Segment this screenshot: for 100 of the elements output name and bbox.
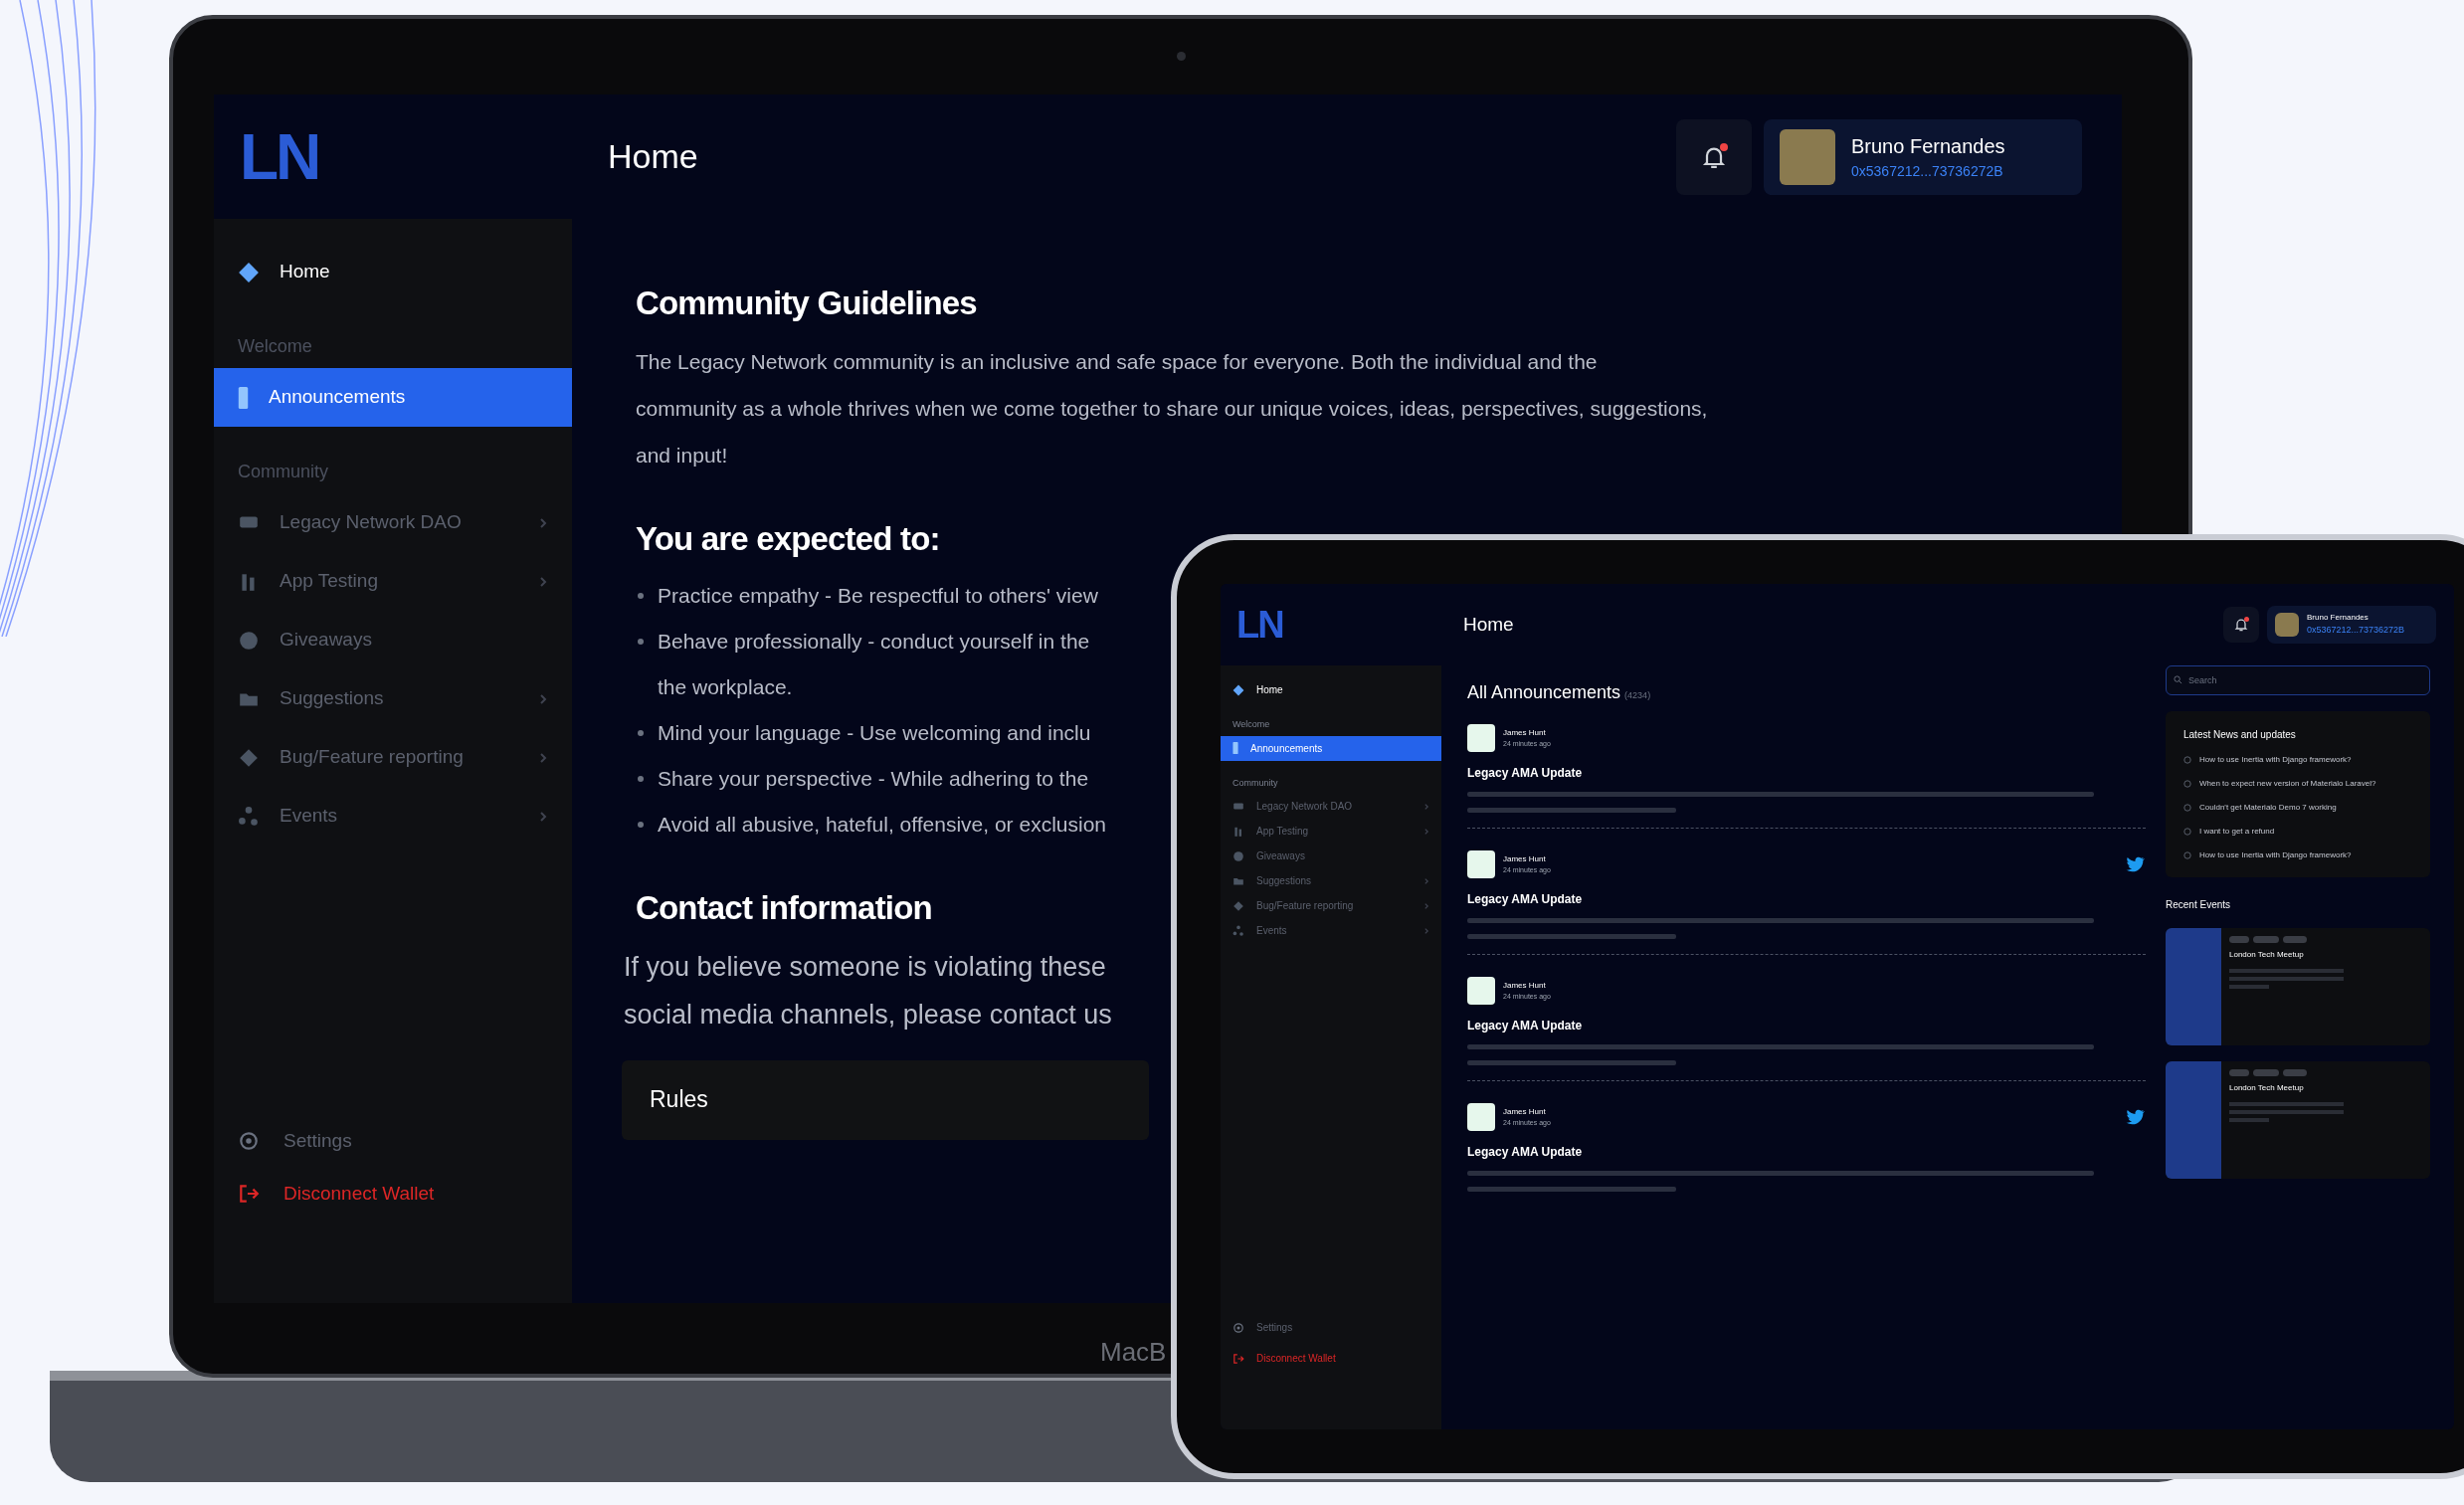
diamond-icon xyxy=(238,261,260,283)
sidebar-item[interactable]: Bug/Feature reporting xyxy=(1221,893,1441,918)
paragraph-line: The Legacy Network community is an inclusive and safe space for everyone. Both the individual and the xyxy=(636,348,1599,375)
news-link[interactable]: I want to get a refund xyxy=(2199,826,2275,838)
settings-icon xyxy=(1232,1321,1244,1334)
avatar xyxy=(2275,613,2299,637)
tag-chip xyxy=(2229,1069,2249,1076)
wallet-address: 0x5367212...73736272B xyxy=(1851,162,2004,181)
sidebar-item[interactable]: Giveaways xyxy=(214,611,572,669)
chevron-right-icon xyxy=(1423,902,1429,909)
announcement-title: Legacy AMA Update xyxy=(1467,891,1584,908)
author-avatar xyxy=(1467,1103,1495,1131)
event-title: London Tech Meetup xyxy=(2229,1082,2305,1094)
sidebar-item[interactable]: Giveaways xyxy=(1221,844,1441,868)
events-title: Recent Events xyxy=(2166,898,2232,912)
contact-text: If you believe someone is violating these xyxy=(624,950,1107,984)
contact-text: social media channels, please contact us xyxy=(624,998,1112,1032)
announcement-title: Legacy AMA Update xyxy=(1467,765,1584,782)
bell-icon xyxy=(2233,617,2249,633)
notification-button[interactable] xyxy=(1676,118,1752,195)
sidebar-section-label: Community xyxy=(237,461,330,483)
chevron-right-icon xyxy=(1423,828,1429,835)
author-avatar xyxy=(1467,850,1495,878)
section-heading: Contact information xyxy=(636,888,932,928)
sidebar-section-label: Community xyxy=(1232,776,1279,790)
author-name: James Hunt xyxy=(1503,726,1547,739)
avatar xyxy=(1780,128,1835,185)
logout-icon xyxy=(238,1182,260,1205)
sidebar-item[interactable]: App Testing xyxy=(1221,819,1441,844)
section-heading: Community Guidelines xyxy=(636,283,977,323)
brand-label: MacB xyxy=(1100,1336,1167,1369)
page-title: Home xyxy=(1463,612,1515,637)
news-link[interactable]: Couldn't get Materialo Demo 7 working xyxy=(2199,802,2337,814)
logout-icon xyxy=(1232,1352,1244,1365)
bullet-text: Mind your language - Use welcoming and inclu xyxy=(658,720,1091,746)
diamond-icon xyxy=(1232,683,1244,696)
tag-chip xyxy=(2283,936,2307,943)
news-link[interactable]: When to expect new version of Materialo Laravel? xyxy=(2199,778,2376,790)
disconnect-link[interactable]: Disconnect Wallet xyxy=(1221,1351,1441,1366)
logo: LN xyxy=(1236,606,1283,644)
search-field[interactable]: Search xyxy=(2166,665,2430,695)
sidebar-item[interactable]: Suggestions xyxy=(1221,868,1441,893)
nodes-icon xyxy=(1232,924,1244,937)
disconnect-link[interactable]: Disconnect Wallet xyxy=(214,1179,572,1208)
user-name: Bruno Fernandes xyxy=(1851,134,2005,159)
tag-chip xyxy=(2253,1069,2279,1076)
bars-icon xyxy=(1232,825,1244,838)
settings-icon xyxy=(238,1130,260,1153)
chevron-right-icon xyxy=(538,752,548,763)
sidebar-item[interactable]: Home xyxy=(1221,677,1441,702)
sidebar-item[interactable]: Events xyxy=(214,787,572,846)
chevron-right-icon xyxy=(1423,927,1429,934)
event-card[interactable]: London Tech Meetup xyxy=(2166,1061,2430,1179)
section-heading: You are expected to: xyxy=(636,518,940,559)
tag-chip xyxy=(2253,936,2279,943)
sidebar-item[interactable]: Legacy Network DAO xyxy=(1221,794,1441,819)
bullet-text: Practice empathy - Be respectful to others' view xyxy=(658,583,1098,609)
sidebar-item[interactable]: Suggestions xyxy=(214,669,572,728)
sidebar-item[interactable]: App Testing xyxy=(214,552,572,611)
bullet-text: the workplace. xyxy=(658,674,794,700)
author-name: James Hunt xyxy=(1503,979,1547,992)
logo: LN xyxy=(240,124,318,189)
tag-chip xyxy=(2229,936,2249,943)
user-card[interactable]: Bruno Fernandes 0x5367212...73736272B xyxy=(1764,118,2082,195)
notification-button[interactable] xyxy=(2223,607,2259,643)
bullet-text: Share your perspective - While adhering to the xyxy=(658,766,1089,792)
paragraph-line: and input! xyxy=(636,442,729,469)
sidebar-item[interactable]: Home xyxy=(214,243,572,301)
sidebar-item[interactable]: Events xyxy=(1221,918,1441,943)
chevron-right-icon xyxy=(1423,877,1429,884)
question-icon xyxy=(2183,851,2191,859)
question-icon xyxy=(2183,780,2191,788)
chevron-right-icon xyxy=(1423,803,1429,810)
settings-link[interactable]: Settings xyxy=(214,1127,572,1156)
event-title: London Tech Meetup xyxy=(2229,949,2305,961)
news-link[interactable]: How to use Inertia with Django framework? xyxy=(2199,754,2352,766)
sidebar-section-label: Welcome xyxy=(237,335,313,358)
wallet-address: 0x5367212...73736272B xyxy=(2307,624,2405,638)
news-title: Latest News and updates xyxy=(2183,728,2297,742)
sidebar-item[interactable]: Announcements xyxy=(214,368,572,427)
settings-link[interactable]: Settings xyxy=(1221,1320,1441,1335)
tag-chip xyxy=(2283,1069,2307,1076)
announcement-title: Legacy AMA Update xyxy=(1467,1144,1584,1161)
chevron-right-icon xyxy=(538,576,548,587)
sidebar-item[interactable]: Announcements xyxy=(1221,735,1441,761)
news-link[interactable]: How to use Inertia with Django framework? xyxy=(2199,849,2352,861)
question-icon xyxy=(2183,756,2191,764)
sidebar-section-label: Welcome xyxy=(1232,718,1271,731)
author-avatar xyxy=(1467,977,1495,1005)
author-name: James Hunt xyxy=(1503,1105,1547,1118)
question-icon xyxy=(2183,828,2191,836)
rules-button[interactable]: Rules xyxy=(622,1059,1149,1140)
chevron-right-icon xyxy=(538,517,548,528)
search-icon xyxy=(2174,675,2182,684)
user-card[interactable]: Bruno Fernandes 0x5367212...73736272B xyxy=(2267,606,2436,644)
event-card[interactable]: London Tech Meetup xyxy=(2166,928,2430,1045)
megaphone-icon xyxy=(238,386,249,409)
sidebar-item[interactable]: Legacy Network DAO xyxy=(214,493,572,552)
bullet-text: Behave professionally - conduct yourself in the xyxy=(658,629,1090,655)
sidebar-item[interactable]: Bug/Feature reporting xyxy=(214,728,572,787)
